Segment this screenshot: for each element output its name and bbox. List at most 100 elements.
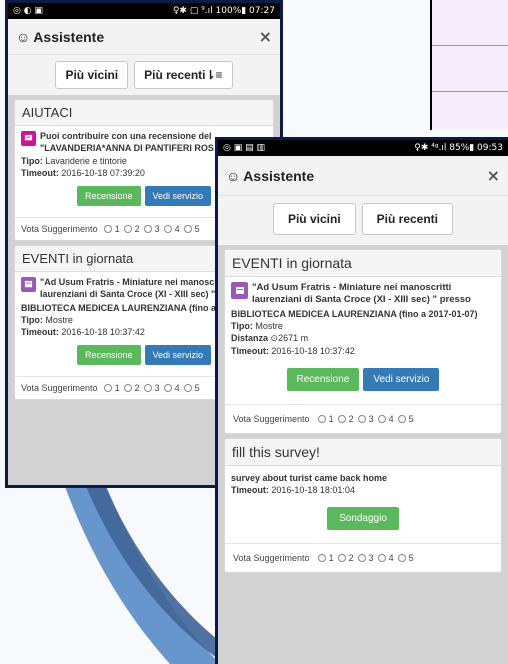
recensione-button[interactable]: Recensione bbox=[76, 344, 141, 365]
vote-num: 4 bbox=[388, 413, 394, 424]
app-title-text: Assistente bbox=[33, 28, 105, 45]
vote-radio-5[interactable] bbox=[183, 383, 192, 392]
vote-label: Vota Suggerimento bbox=[233, 413, 310, 424]
vote-radio-4[interactable] bbox=[163, 225, 172, 234]
app-bar: ☺ Assistente × bbox=[8, 19, 280, 55]
vote-num: 1 bbox=[328, 552, 334, 563]
vote-num: 2 bbox=[134, 382, 140, 393]
timeout-label: Timeout: bbox=[21, 168, 59, 179]
vote-radio-5[interactable] bbox=[397, 553, 406, 562]
vote-num: 3 bbox=[154, 224, 160, 235]
vote-label: Vota Suggerimento bbox=[21, 224, 98, 235]
status-icons-right: ♀✱ ▢ ⁹.ıl 100%▮ 07:27 bbox=[172, 6, 275, 16]
vote-num: 1 bbox=[114, 382, 120, 393]
vote-num: 4 bbox=[174, 224, 180, 235]
sort-tabs: Più vicini Più recenti bbox=[218, 196, 508, 245]
tipo-value: Mostre bbox=[45, 314, 73, 325]
vote-radio-2[interactable] bbox=[123, 225, 132, 234]
vote-radio-5[interactable] bbox=[397, 414, 406, 423]
timeout-value: 2016-10-18 18:01:04 bbox=[271, 484, 355, 495]
vote-radio-2[interactable] bbox=[337, 553, 346, 562]
status-icons-left: ◎ ▣ ▤ ▥ bbox=[223, 143, 265, 153]
tipo-label: Tipo: bbox=[21, 156, 43, 167]
tipo-label: Tipo: bbox=[21, 314, 43, 325]
vote-radio-3[interactable] bbox=[143, 225, 152, 234]
recensione-button[interactable]: Recensione bbox=[76, 186, 141, 207]
event-pin-icon bbox=[21, 277, 36, 293]
tab-piu-vicini[interactable]: Più vicini bbox=[272, 203, 356, 235]
tab-piu-recenti[interactable]: Più recenti bbox=[361, 203, 454, 235]
vote-radio-1[interactable] bbox=[317, 553, 326, 562]
vote-radio-2[interactable] bbox=[337, 414, 346, 423]
timeout-value: 2016-10-18 10:37:42 bbox=[271, 345, 355, 356]
app-title: ☺ Assistente bbox=[226, 168, 314, 184]
vote-num: 5 bbox=[408, 552, 414, 563]
vote-num: 2 bbox=[348, 413, 354, 424]
vote-num: 3 bbox=[368, 552, 374, 563]
vote-radio-3[interactable] bbox=[357, 553, 366, 562]
assistant-icon: ☺ bbox=[226, 167, 241, 184]
vote-radio-4[interactable] bbox=[377, 414, 386, 423]
status-icons-right: ♀✱ ⁴ᵍ.ıl 85%▮ 09:53 bbox=[414, 143, 503, 153]
tipo-value: Mostre bbox=[255, 320, 283, 331]
vote-radio-3[interactable] bbox=[357, 414, 366, 423]
status-icons-left: ◎ ◐ ▣ bbox=[13, 6, 43, 16]
app-title: ☺ Assistente bbox=[16, 29, 104, 45]
tab-piu-recenti[interactable]: Più recenti⇂≡ bbox=[134, 61, 233, 89]
vote-num: 3 bbox=[154, 382, 160, 393]
vote-num: 2 bbox=[134, 224, 140, 235]
panel-heading: EVENTI in giornata bbox=[225, 250, 501, 277]
vote-num: 5 bbox=[408, 413, 414, 424]
panel-survey: fill this survey! survey about turist ca… bbox=[224, 437, 502, 573]
vote-num: 4 bbox=[388, 552, 394, 563]
vedi-servizio-button[interactable]: Vedi servizio bbox=[363, 367, 440, 391]
sondaggio-button[interactable]: Sondaggio bbox=[327, 506, 399, 530]
phone-screenshot-2: ◎ ▣ ▤ ▥ ♀✱ ⁴ᵍ.ıl 85%▮ 09:53 ☺ Assistente… bbox=[215, 137, 508, 664]
app-title-text: Assistente bbox=[243, 167, 315, 184]
event-pin-icon bbox=[231, 282, 248, 299]
vote-radio-1[interactable] bbox=[317, 414, 326, 423]
vote-radio-2[interactable] bbox=[123, 383, 132, 392]
vote-radio-4[interactable] bbox=[163, 383, 172, 392]
panel-eventi: EVENTI in giornata "Ad Usum Fratris - Mi… bbox=[224, 249, 502, 434]
timeout-label: Timeout: bbox=[231, 484, 269, 495]
timeout-label: Timeout: bbox=[231, 345, 269, 356]
vote-num: 5 bbox=[194, 382, 200, 393]
vote-num: 5 bbox=[194, 224, 200, 235]
vedi-servizio-button[interactable]: Vedi servizio bbox=[144, 344, 212, 365]
timeout-label: Timeout: bbox=[21, 326, 59, 337]
assistant-icon: ☺ bbox=[16, 28, 31, 45]
survey-text: survey about turist came back home bbox=[231, 472, 388, 483]
recensione-button[interactable]: Recensione bbox=[286, 367, 360, 391]
background-table-fragment bbox=[430, 0, 508, 138]
sort-tabs: Più vicini Più recenti⇂≡ bbox=[8, 55, 280, 95]
vedi-servizio-button[interactable]: Vedi servizio bbox=[144, 186, 212, 207]
tipo-label: Tipo: bbox=[231, 320, 253, 331]
close-icon[interactable]: × bbox=[259, 27, 272, 46]
tipo-value: Lavanderie e tintorie bbox=[45, 156, 127, 167]
vote-num: 4 bbox=[174, 382, 180, 393]
vote-radio-3[interactable] bbox=[143, 383, 152, 392]
timeout-value: 2016-10-18 07:39:20 bbox=[61, 168, 145, 179]
target-icon: ⊙ bbox=[270, 332, 279, 343]
app-bar: ☺ Assistente × bbox=[218, 156, 508, 196]
status-bar: ◎ ▣ ▤ ▥ ♀✱ ⁴ᵍ.ıl 85%▮ 09:53 bbox=[218, 140, 508, 156]
distanza-value: 2671 m bbox=[278, 332, 309, 343]
vote-label: Vota Suggerimento bbox=[21, 382, 98, 393]
distanza-label: Distanza bbox=[231, 332, 269, 343]
vote-radio-5[interactable] bbox=[183, 225, 192, 234]
panel-heading: AIUTACI bbox=[15, 100, 273, 126]
event-location: BIBLIOTECA MEDICEA LAURENZIANA (fino a 2… bbox=[231, 308, 478, 319]
status-bar: ◎ ◐ ▣ ♀✱ ▢ ⁹.ıl 100%▮ 07:27 bbox=[8, 3, 280, 19]
vote-num: 1 bbox=[328, 413, 334, 424]
vote-radio-1[interactable] bbox=[103, 225, 112, 234]
vote-radio-4[interactable] bbox=[377, 553, 386, 562]
vote-label: Vota Suggerimento bbox=[233, 552, 310, 563]
vote-row: Vota Suggerimento 1 2 3 4 5 bbox=[225, 403, 501, 433]
vote-num: 1 bbox=[114, 224, 120, 235]
vote-num: 2 bbox=[348, 552, 354, 563]
tab-piu-vicini[interactable]: Più vicini bbox=[55, 61, 129, 89]
vote-radio-1[interactable] bbox=[103, 383, 112, 392]
review-pin-icon bbox=[21, 131, 36, 146]
close-icon[interactable]: × bbox=[487, 166, 500, 185]
